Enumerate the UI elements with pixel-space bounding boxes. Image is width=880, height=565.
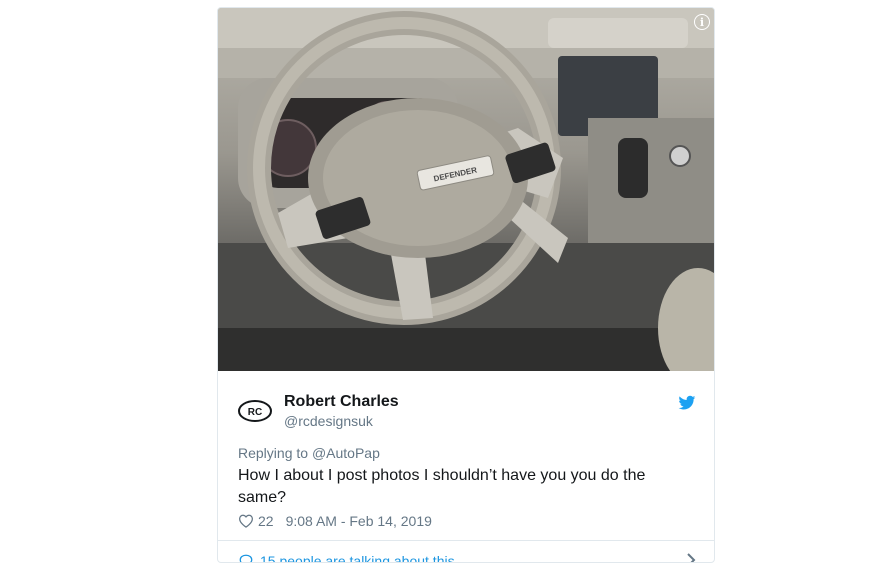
reply-mention-link[interactable]: @AutoPap bbox=[312, 445, 380, 461]
tweet-photo[interactable]: DEFENDER i bbox=[218, 8, 714, 371]
reply-prefix: Replying to bbox=[238, 445, 309, 461]
replying-to-line: Replying to @AutoPap bbox=[238, 445, 380, 461]
avatar-initials: RC bbox=[248, 407, 262, 418]
avatar[interactable]: RC bbox=[237, 393, 273, 429]
speech-bubble-icon bbox=[239, 554, 253, 562]
tweet-text: How I about I post photos I shouldn’t ha… bbox=[238, 467, 646, 506]
heart-icon[interactable] bbox=[238, 514, 254, 528]
rc-logo-icon: RC bbox=[238, 400, 272, 422]
author-handle[interactable]: @rcdesignsuk bbox=[284, 413, 373, 429]
info-icon[interactable]: i bbox=[694, 14, 710, 30]
author-name[interactable]: Robert Charles bbox=[284, 393, 399, 411]
twitter-bird-icon[interactable] bbox=[678, 395, 696, 411]
conversation-link[interactable]: 15 people are talking about this bbox=[238, 553, 455, 562]
embedded-tweet-card: DEFENDER i RC Robert Charles @rcdesignsu… bbox=[217, 7, 715, 563]
divider bbox=[218, 540, 714, 541]
conversation-link-text[interactable]: 15 people are talking about this bbox=[260, 553, 455, 562]
tweet-meta: 22 9:08 AM - Feb 14, 2019 bbox=[238, 513, 432, 529]
tweet-body: RC Robert Charles @rcdesignsuk Replying … bbox=[218, 371, 714, 563]
like-count[interactable]: 22 bbox=[258, 513, 274, 529]
steering-wheel-photo: DEFENDER bbox=[218, 8, 714, 371]
chevron-right-icon[interactable] bbox=[686, 553, 696, 563]
tweet-timestamp[interactable]: 9:08 AM - Feb 14, 2019 bbox=[286, 513, 432, 529]
